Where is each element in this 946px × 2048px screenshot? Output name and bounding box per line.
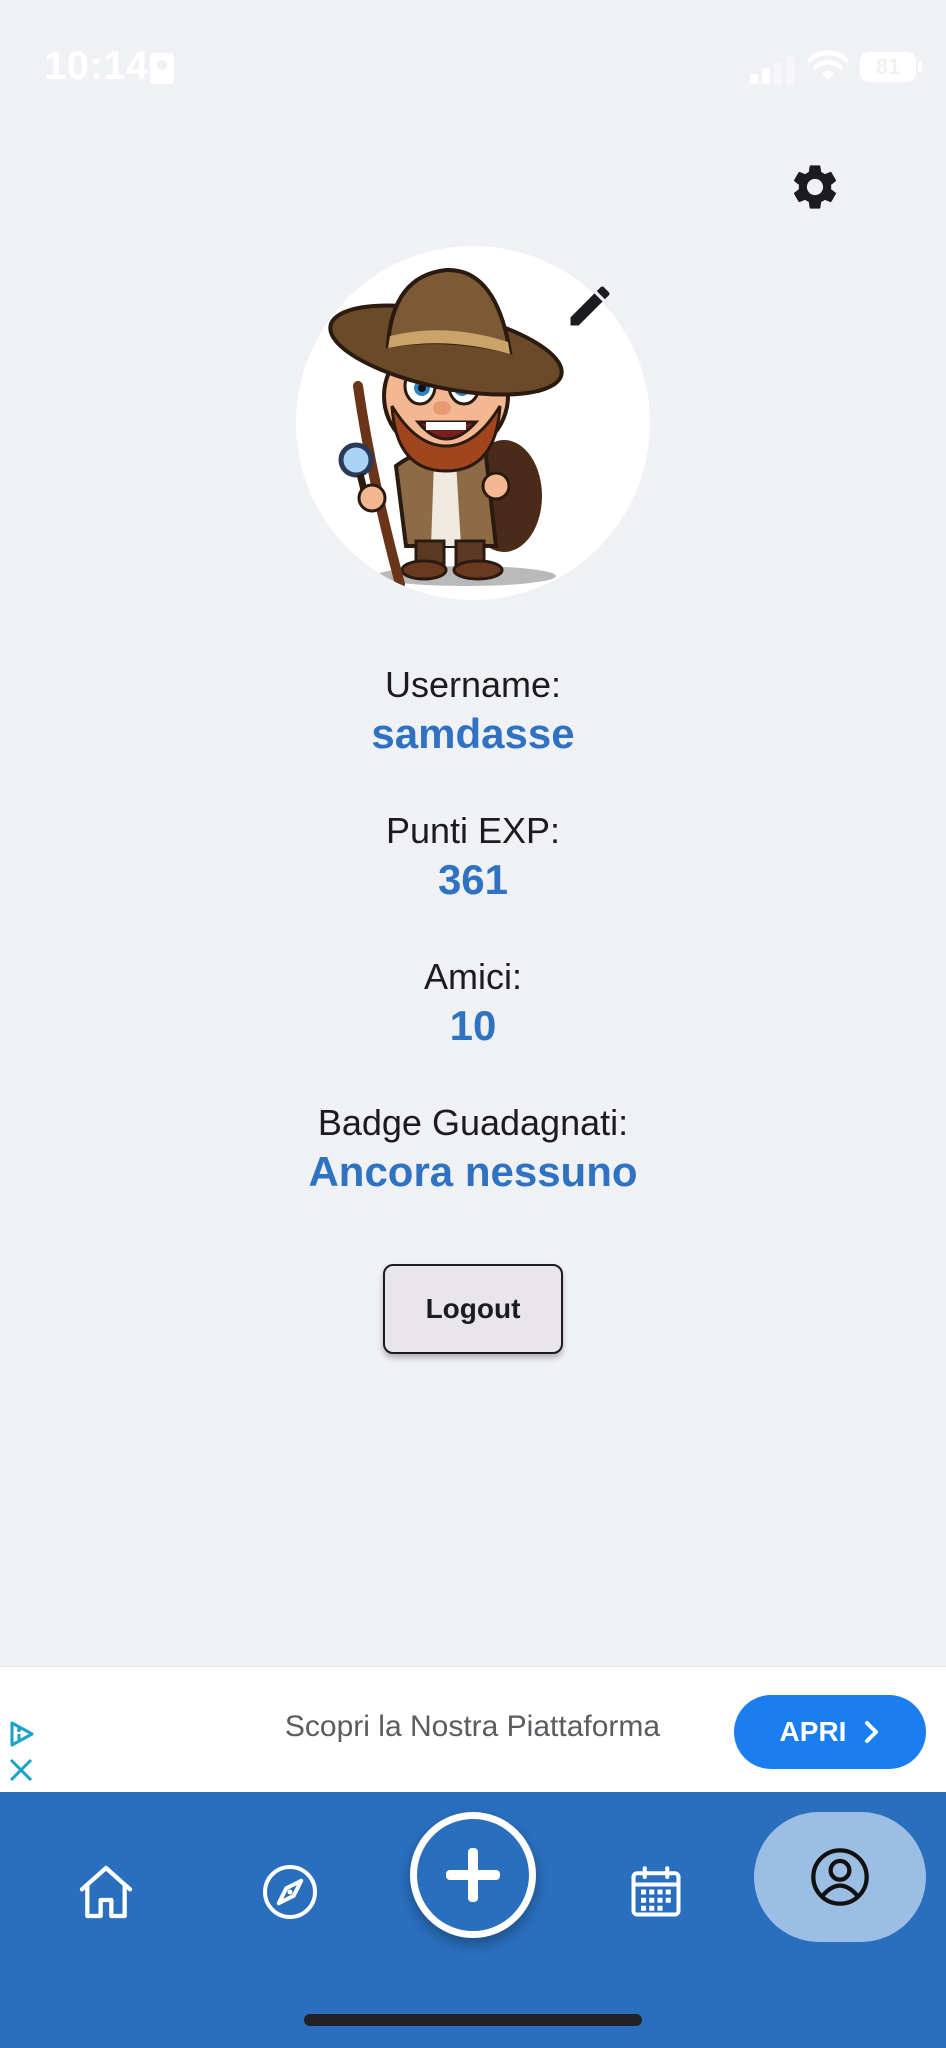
badges-label: Badge Guadagnati: [317, 1102, 629, 1143]
home-indicator [304, 2014, 642, 2026]
ad-open-button[interactable]: APRI [734, 1695, 926, 1769]
badges-value: Ancora nessuno [308, 1148, 638, 1195]
exp-label: Punti EXP: [385, 810, 561, 851]
nav-home[interactable] [66, 1852, 146, 1932]
profile-icon [811, 1848, 869, 1906]
ad-banner[interactable]: Scopri la Nostra Piattaforma APRI [0, 1666, 946, 1792]
status-bar: 10:14 81 [0, 0, 946, 120]
status-time: 10:14 [44, 44, 149, 88]
username-label: Username: [384, 664, 562, 705]
close-icon[interactable] [6, 1755, 36, 1785]
logout-button[interactable]: Logout [383, 1264, 563, 1354]
nav-profile[interactable] [754, 1812, 926, 1942]
nav-add-button[interactable] [410, 1812, 536, 1938]
bottom-nav [0, 1792, 946, 2048]
gear-icon[interactable] [788, 160, 842, 214]
cellular-signal-icon [750, 50, 794, 84]
wifi-icon [808, 50, 848, 80]
ad-open-label: APRI [779, 1716, 847, 1747]
calendar-icon [631, 1866, 681, 1917]
username-value: samdasse [371, 710, 575, 757]
exp-block: Punti EXP: 361 [0, 808, 946, 906]
username-block: Username: samdasse [0, 662, 946, 760]
profile-screen: 10:14 81 Username: samdasse Punti EXP: 3… [0, 0, 946, 2048]
friends-label: Amici: [424, 956, 522, 997]
nav-explore[interactable] [250, 1852, 330, 1932]
badges-block: Badge Guadagnati: Ancora nessuno [0, 1100, 946, 1198]
compass-icon [263, 1865, 317, 1919]
chevron-right-icon [865, 1721, 879, 1743]
pencil-icon[interactable] [564, 280, 616, 332]
friends-block: Amici: 10 [0, 954, 946, 1052]
avatar-container [296, 246, 650, 600]
friends-value: 10 [449, 1002, 497, 1049]
ad-choices-icon[interactable] [6, 1719, 36, 1749]
nav-calendar[interactable] [616, 1852, 696, 1932]
ad-text: Scopri la Nostra Piattaforma [284, 1710, 661, 1743]
exp-value: 361 [437, 856, 509, 903]
battery-icon: 81 [860, 52, 922, 82]
contact-card-icon [150, 53, 174, 84]
home-icon [79, 1865, 133, 1919]
